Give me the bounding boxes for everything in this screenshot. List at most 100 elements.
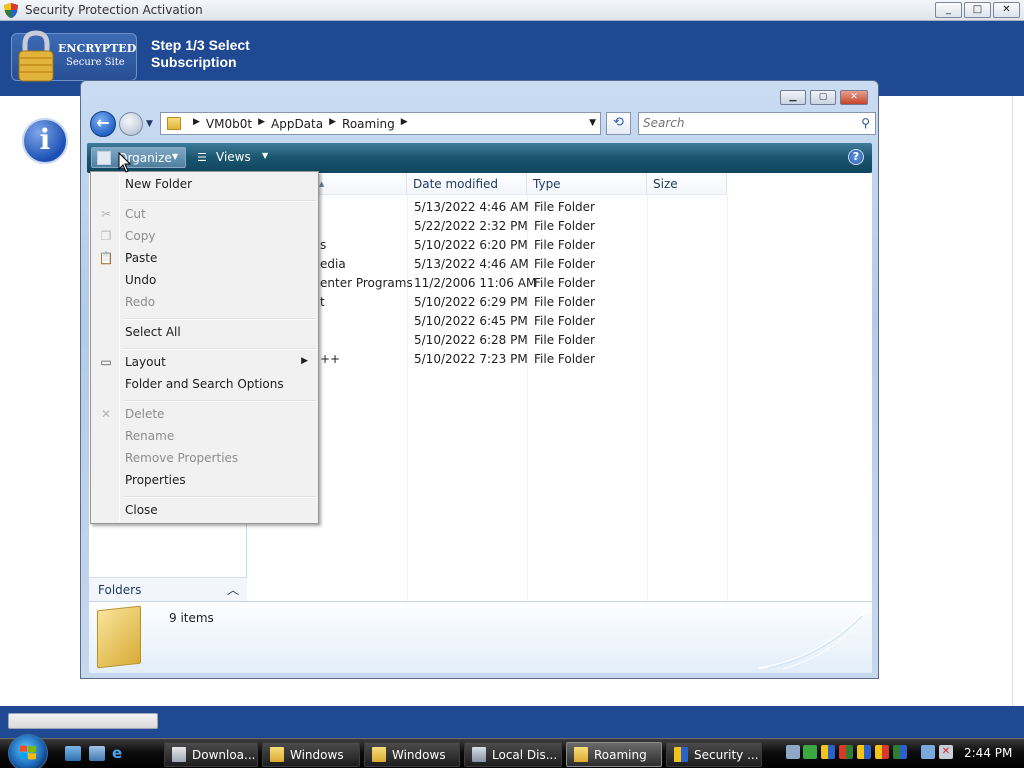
step-title: Step 1/3 Select Subscription [151, 37, 250, 70]
scrollbar[interactable] [1012, 96, 1024, 706]
menu-item-folder-options[interactable]: Folder and Search Options [93, 374, 316, 395]
breadcrumb-item[interactable]: AppData [271, 117, 323, 131]
menu-item-remove-properties[interactable]: Remove Properties [93, 448, 316, 469]
shield-icon [674, 747, 688, 762]
taskbar-button-security[interactable]: Security ... [666, 742, 762, 767]
file-type: File Folder [534, 333, 595, 347]
menu-item-undo[interactable]: Undo [93, 270, 316, 291]
views-button[interactable]: ☰ Views ▼ [193, 147, 273, 168]
sort-arrow-icon: ▲ [319, 180, 325, 188]
menu-separator [123, 348, 316, 350]
shield-icon [4, 3, 18, 18]
table-row[interactable]: enter Programs 11/2/2006 11:06 AM File F… [247, 274, 872, 293]
menu-item-new-folder[interactable]: New Folder [93, 174, 316, 195]
folder-icon [270, 747, 284, 762]
volume-muted-icon[interactable]: ✕ [939, 745, 953, 759]
file-date: 5/13/2022 4:46 AM [414, 257, 529, 271]
menu-item-label: Properties [125, 473, 186, 487]
menu-item-label: Undo [125, 273, 157, 287]
minimize-button[interactable]: _ [935, 2, 962, 18]
taskbar-button-roaming[interactable]: Roaming [566, 742, 662, 767]
recent-pages-dropdown[interactable]: ▼ [146, 119, 153, 129]
menu-item-layout[interactable]: ▭ Layout ▶ [93, 352, 316, 373]
column-header-date[interactable]: Date modified [407, 173, 527, 195]
back-button[interactable]: ← [90, 111, 116, 137]
chevron-right-icon[interactable]: ▶ [323, 117, 342, 131]
address-bar[interactable]: ▶ VM0b0t ▶ AppData ▶ Roaming ▶ ▼ [160, 112, 601, 135]
explorer-minimize-button[interactable]: ▁ [780, 90, 806, 105]
chevron-right-icon[interactable]: ▶ [187, 117, 206, 131]
forward-button[interactable] [119, 112, 143, 136]
address-dropdown-icon[interactable]: ▼ [589, 118, 596, 128]
tray-network-icon[interactable] [786, 745, 800, 759]
badge-subtitle: Secure Site [66, 57, 125, 68]
menu-item-cut[interactable]: ✂ Cut [93, 204, 316, 225]
search-box[interactable]: ⚲ [638, 112, 876, 135]
folders-label: Folders [98, 583, 142, 597]
file-date: 5/10/2022 6:20 PM [414, 238, 528, 252]
menu-item-rename[interactable]: Rename [93, 426, 316, 447]
start-button[interactable] [8, 734, 48, 768]
tray-shield-icon[interactable] [893, 745, 907, 759]
menu-item-delete[interactable]: ✕ Delete [93, 404, 316, 425]
refresh-button[interactable]: ⟲ [606, 112, 631, 135]
explorer-close-button[interactable]: ✕ [840, 90, 868, 105]
menu-item-paste[interactable]: 📋 Paste [93, 248, 316, 269]
show-desktop-icon[interactable] [65, 746, 81, 761]
file-type: File Folder [534, 314, 595, 328]
chevron-down-icon: ▼ [262, 151, 269, 160]
switch-windows-icon[interactable] [89, 746, 105, 761]
table-row[interactable]: 5/13/2022 4:46 AM File Folder [247, 198, 872, 217]
taskbar-button-windows-1[interactable]: Windows [262, 742, 360, 767]
menu-item-label: New Folder [125, 177, 193, 191]
table-row[interactable]: edia 5/13/2022 4:46 AM File Folder [247, 255, 872, 274]
copy-icon: ❐ [100, 229, 112, 243]
chevron-up-icon[interactable]: ︿ [227, 581, 239, 598]
tray-shield-icon[interactable] [839, 745, 853, 759]
menu-item-select-all[interactable]: Select All [93, 322, 316, 343]
help-icon[interactable]: ? [848, 149, 864, 165]
table-row[interactable]: s 5/10/2022 6:20 PM File Folder [247, 236, 872, 255]
menu-item-label: Delete [125, 407, 165, 421]
explorer-maximize-button[interactable]: ▢ [810, 90, 836, 105]
menu-item-label: Select All [125, 325, 181, 339]
table-row[interactable]: t 5/10/2022 6:29 PM File Folder [247, 293, 872, 312]
taskbar-button-windows-2[interactable]: Windows [364, 742, 460, 767]
table-row[interactable]: 5/10/2022 6:28 PM File Folder [247, 331, 872, 350]
table-row[interactable]: 5/22/2022 2:32 PM File Folder [247, 217, 872, 236]
menu-item-close[interactable]: Close [93, 500, 316, 521]
breadcrumb-item[interactable]: Roaming [342, 117, 395, 131]
tray-status-icon[interactable] [803, 745, 817, 759]
tray-shield-icon[interactable] [821, 745, 835, 759]
chevron-right-icon[interactable]: ▶ [395, 117, 414, 131]
menu-item-redo[interactable]: Redo [93, 292, 316, 313]
search-input[interactable] [643, 116, 843, 130]
chevron-right-icon[interactable]: ▶ [252, 117, 271, 131]
internet-explorer-icon[interactable]: e [112, 746, 128, 761]
menu-item-copy[interactable]: ❐ Copy [93, 226, 316, 247]
file-name: t [320, 295, 325, 309]
maximize-button[interactable]: □ [964, 2, 991, 18]
taskbar-button-local-disk[interactable]: Local Dis... [464, 742, 562, 767]
info-icon: i [22, 118, 68, 164]
table-row[interactable]: ++ 5/10/2022 7:23 PM File Folder [247, 350, 872, 369]
chevron-down-icon: ▼ [172, 152, 179, 161]
breadcrumb-item[interactable]: VM0b0t [206, 117, 252, 131]
scissors-icon: ✂ [100, 207, 112, 221]
close-button[interactable]: ✕ [993, 2, 1020, 18]
tray-monitor-icon[interactable] [921, 745, 935, 759]
search-icon[interactable]: ⚲ [861, 116, 870, 130]
organize-button[interactable]: Organize ▼ [91, 147, 186, 168]
table-row[interactable]: 5/10/2022 6:45 PM File Folder [247, 312, 872, 331]
menu-item-label: Rename [125, 429, 175, 443]
menu-separator [123, 400, 316, 402]
taskbar-button-downloads[interactable]: Downloa... [164, 742, 258, 767]
clock[interactable]: 2:44 PM [964, 746, 1012, 760]
menu-item-properties[interactable]: Properties [93, 470, 316, 491]
column-header-type[interactable]: Type [527, 173, 647, 195]
taskbar: e Downloa... Windows Windows Local Dis..… [0, 734, 1024, 768]
column-header-size[interactable]: Size [647, 173, 727, 195]
tray-shield-icon[interactable] [875, 745, 889, 759]
folders-toggle[interactable]: Folders ︿ [89, 577, 247, 601]
tray-shield-icon[interactable] [857, 745, 871, 759]
